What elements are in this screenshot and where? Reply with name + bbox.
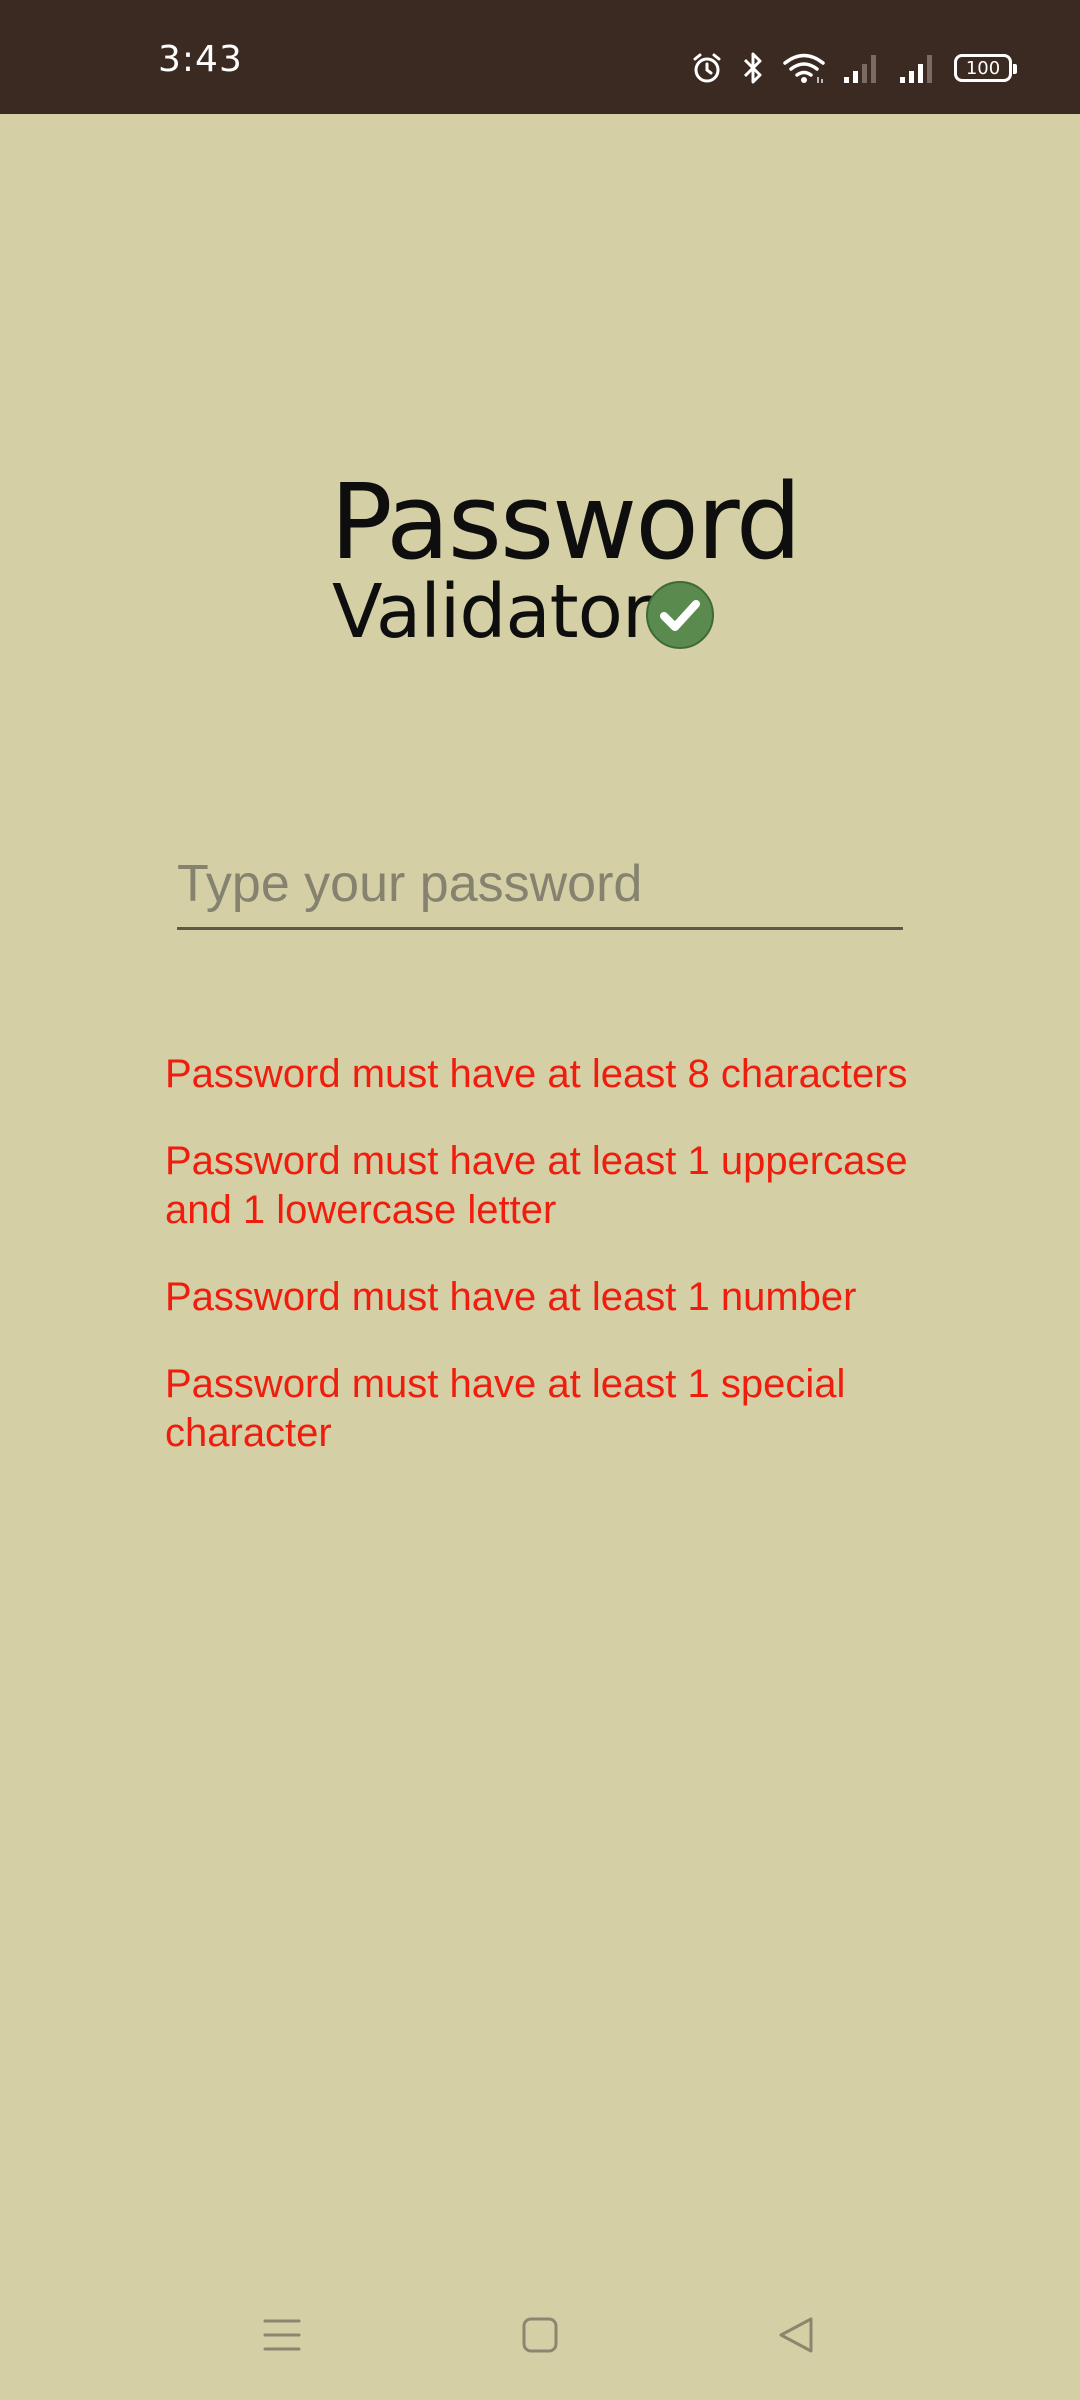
- rule-number: Password must have at least 1 number: [165, 1275, 857, 1319]
- wifi-icon: [783, 53, 825, 83]
- logo-title-line2: Validator: [332, 569, 652, 655]
- system-nav-bar: [0, 2290, 1080, 2380]
- recent-apps-button[interactable]: [237, 2290, 327, 2380]
- back-button[interactable]: [752, 2290, 842, 2380]
- menu-icon: [263, 2319, 301, 2351]
- rule-upper-lower-case: Password must have at least 1 uppercase …: [165, 1139, 908, 1232]
- check-circle-icon: [646, 581, 714, 649]
- app-logo: Password Validator: [330, 470, 802, 655]
- status-icons: 100: [690, 50, 1017, 86]
- password-input[interactable]: [177, 840, 903, 930]
- validation-rules-list: Password must have at least 8 characters…: [165, 1050, 925, 1496]
- signal-icon: [844, 55, 876, 83]
- logo-title-line1: Password: [330, 461, 802, 583]
- home-button[interactable]: [495, 2290, 585, 2380]
- alarm-icon: [693, 53, 721, 83]
- status-time: 3:43: [158, 39, 243, 80]
- rule-special-character: Password must have at least 1 special ch…: [165, 1362, 846, 1455]
- battery-level: 100: [965, 57, 1001, 79]
- bluetooth-icon: [743, 52, 762, 84]
- back-triangle-icon: [779, 2317, 813, 2353]
- status-bar: 3:43 100: [0, 0, 1080, 114]
- signal-icon: [900, 55, 932, 83]
- home-square-icon: [522, 2317, 558, 2353]
- battery-icon: 100: [954, 54, 1017, 82]
- rule-min-length: Password must have at least 8 characters: [165, 1052, 908, 1096]
